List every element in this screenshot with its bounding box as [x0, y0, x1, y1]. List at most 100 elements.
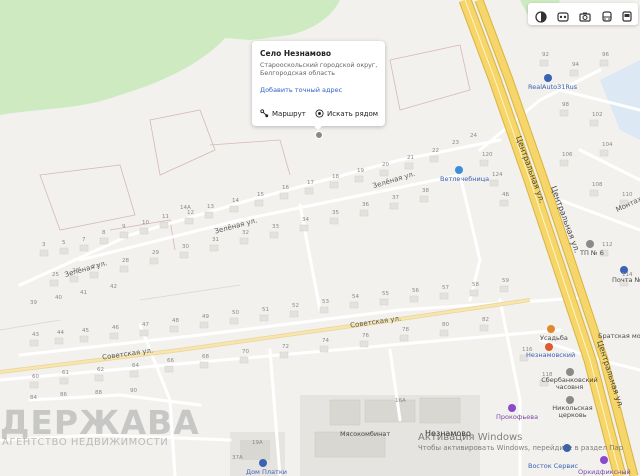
house-number: 68: [202, 354, 209, 360]
bus-icon[interactable]: [618, 8, 636, 26]
windows-activation-notice: Активация Windows Чтобы активировать Win…: [418, 432, 623, 452]
route-icon: [260, 109, 269, 118]
power-station-icon[interactable]: [586, 240, 594, 248]
house-number: 94: [572, 62, 579, 68]
poi-orkid[interactable]: Оркидфиксный: [578, 468, 631, 476]
poi-vostok[interactable]: Восток Сервис: [528, 462, 578, 470]
house-number: 19А: [252, 440, 263, 446]
house-number: 59: [502, 278, 509, 284]
church-icon[interactable]: [566, 396, 574, 404]
house-number: 60: [32, 374, 39, 380]
house-number: 47: [142, 322, 149, 328]
poi-realauto[interactable]: RealAuto31Rus: [528, 83, 577, 91]
house-number: 62: [97, 367, 104, 373]
house-number: 36: [362, 202, 369, 208]
house-number: 37: [392, 195, 399, 201]
house-number: 118: [542, 372, 553, 378]
house-number: 20: [382, 162, 389, 168]
house-number: 90: [130, 388, 137, 394]
poi-nikolskaya[interactable]: Никольская церковь: [545, 405, 600, 419]
house-number: 28: [122, 258, 129, 264]
house-number: 42: [110, 284, 117, 290]
house-number: 54: [352, 294, 359, 300]
house-number: 72: [282, 344, 289, 350]
map-canvas[interactable]: Зелёная ул. Зелёная ул. Зелёная ул. Сове…: [0, 0, 640, 476]
location-pin[interactable]: [315, 131, 323, 139]
house-number: 14: [232, 198, 239, 204]
house-number: 86: [60, 392, 67, 398]
house-number: 35: [332, 210, 339, 216]
house-number: 48: [172, 318, 179, 324]
house-number: 41: [80, 290, 87, 296]
camera-icon[interactable]: [576, 8, 594, 26]
house-number: 13: [207, 204, 214, 210]
popup-pointer: [313, 125, 323, 130]
house-number: 11: [162, 214, 169, 220]
house-number: 40: [55, 295, 62, 301]
layer-toolbar: [528, 3, 638, 25]
route-button[interactable]: Маршрут: [260, 109, 306, 118]
house-number: 102: [592, 112, 603, 118]
house-number: 104: [602, 142, 613, 148]
house-number: 116: [522, 347, 533, 353]
house-number: 51: [262, 307, 269, 313]
house-number: 50: [232, 310, 239, 316]
house-number: 70: [242, 349, 249, 355]
house-number: 61: [62, 370, 69, 376]
house-number: 98: [562, 102, 569, 108]
house-number: 7: [82, 237, 86, 243]
house-number: 3: [42, 242, 46, 248]
house-number: 57: [442, 285, 449, 291]
house-number: 53: [322, 299, 329, 305]
shop-icon[interactable]: [545, 343, 553, 351]
search-nearby-button[interactable]: Искать рядом: [315, 109, 378, 118]
poi-tpu[interactable]: ТП № 6: [580, 249, 604, 257]
vet-icon[interactable]: [455, 166, 463, 174]
house-number: 17: [307, 180, 314, 186]
house-number: 9: [122, 224, 126, 230]
house-number: 92: [542, 52, 549, 58]
add-address-link[interactable]: Добавить точный адрес: [260, 86, 342, 94]
popup-subtitle: Старооскольский городской округ, Белгоро…: [260, 62, 378, 77]
poi-neznamovsky[interactable]: Незнамовский: [526, 351, 575, 359]
popup-title: Село Незнамово: [260, 49, 331, 58]
house-number: 34: [302, 217, 309, 223]
furniture-icon[interactable]: [259, 459, 267, 467]
house-number: 55: [382, 291, 389, 297]
house-number: 112: [602, 242, 613, 248]
poi-vet[interactable]: Ветлечебница: [440, 175, 489, 183]
poi-mesokombinat[interactable]: Мясокомбинат: [340, 430, 390, 438]
layers-icon[interactable]: [532, 8, 550, 26]
poi-prokofeva[interactable]: Прокофьева: [496, 413, 538, 421]
house-number: 64: [132, 363, 139, 369]
house-number: 14А: [180, 205, 191, 211]
house-number: 21: [407, 155, 414, 161]
factory-icon[interactable]: [508, 404, 516, 412]
chapel-icon[interactable]: [566, 368, 574, 376]
house-number: 30: [182, 244, 189, 250]
house-number: 24: [470, 133, 477, 139]
traffic-icon[interactable]: [554, 8, 572, 26]
transit-icon[interactable]: [598, 8, 616, 26]
activation-hint: Чтобы активировать Windows, перейдите в …: [418, 444, 624, 452]
house-number: 110: [622, 192, 633, 198]
house-number: 56: [412, 288, 419, 294]
house-number: 18: [332, 174, 339, 180]
house-number: 96: [602, 52, 609, 58]
house-number: 37А: [232, 455, 243, 461]
poi-dom-mebeli[interactable]: Дом Платки: [246, 468, 287, 476]
house-number: 31: [212, 237, 219, 243]
house-number: 76: [362, 333, 369, 339]
poi-sborbank[interactable]: Сбербанковский часовня: [532, 377, 607, 391]
restaurant-icon[interactable]: [547, 325, 555, 333]
house-number: 38: [422, 188, 429, 194]
poi-bratskaya[interactable]: Братская могила: [598, 332, 640, 340]
search-nearby-icon: [315, 109, 324, 118]
route-label: Маршрут: [272, 109, 306, 118]
car-service-icon[interactable]: [544, 74, 552, 82]
house-number: 66: [167, 358, 174, 364]
poi-usadba[interactable]: Усадьба: [540, 334, 568, 342]
office-icon[interactable]: [600, 456, 608, 464]
house-number: 49: [202, 314, 209, 320]
house-number: 32: [242, 230, 249, 236]
